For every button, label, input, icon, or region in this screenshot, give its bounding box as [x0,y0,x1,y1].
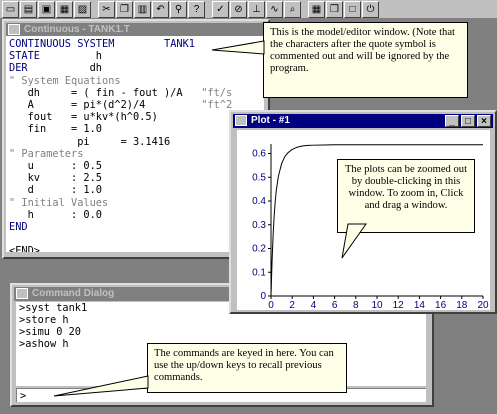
x-tick-label: 12 [393,300,405,310]
plot-title-bar[interactable]: Plot - #1 _ □ × [233,114,493,128]
window-menu-icon[interactable] [235,115,247,126]
lock-icon[interactable]: ▨ [74,1,91,18]
editor-line: " Parameters [9,147,84,160]
window-menu-icon[interactable] [16,288,28,299]
new-icon[interactable]: ▭ [2,1,19,18]
editor-title: Continuous - TANK1.T [24,24,130,35]
editor-text-area[interactable]: CONTINUOUS SYSTEM TANK1 STATE h DER dh " Syste… [6,36,264,252]
toolbar: ▭ ▤ ▣ ▦ ▨ ✂ ❐ ▥ ↶ ⚲? ✓ ⊘ ⊥ ∿ ⌕ ▦ ❒ □ ⏻ [0,0,497,19]
editor-line: A = pi*(d^2)/4 [27,99,146,111]
x-tick-label: 14 [414,300,426,310]
save-icon[interactable]: ▣ [38,1,55,18]
copy-icon[interactable]: ❐ [116,1,133,18]
y-tick-label: 0.1 [252,267,266,278]
editor-line: <END> [9,245,40,252]
editor-line: dh = ( fin - fout )/A [27,86,183,99]
x-tick-label: 20 [477,300,489,310]
help-icon[interactable]: ? [188,1,205,18]
editor-line: kv : 2.5 [27,172,102,185]
maximize-icon[interactable]: □ [461,115,475,127]
axis-icon[interactable]: ⊥ [248,1,265,18]
open-icon[interactable]: ▤ [20,1,37,18]
y-tick-label: 0.2 [252,244,266,255]
x-tick-label: 4 [311,300,317,310]
editor-callout-pointer [211,40,265,55]
command-callout-pointer [53,375,149,397]
command-history-line: >simu 0 20 [19,326,81,338]
editor-line: h : 0.0 [27,208,102,221]
cut-icon[interactable]: ✂ [98,1,115,18]
y-tick-label: 0.6 [252,149,266,160]
plot-title: Plot - #1 [251,115,290,126]
editor-line: "ft^2 [201,99,233,111]
editor-line: END [9,221,28,233]
x-tick-label: 2 [289,300,295,310]
stop-icon[interactable]: ⊘ [230,1,247,18]
x-tick-label: 0 [268,300,274,310]
editor-line: "ft/s [201,86,233,99]
y-tick-label: 0 [260,291,266,302]
y-tick-label: 0.5 [252,172,266,183]
y-tick-label: 0.3 [252,220,266,231]
editor-line: DER [9,62,28,75]
editor-line: " Initial Values [9,196,109,209]
cascade-icon[interactable]: ❒ [326,1,343,18]
window-icon[interactable]: □ [344,1,361,18]
command-title: Command Dialog [32,288,115,299]
exit-icon[interactable]: ⏻ [362,1,379,18]
tile-icon[interactable]: ▦ [308,1,325,18]
editor-line: fin = 1.0 [27,123,102,136]
x-tick-label: 10 [371,300,383,310]
editor-line: h [95,50,102,63]
plot-icon[interactable]: ∿ [266,1,283,18]
find-icon[interactable]: ⚲ [170,1,187,18]
editor-callout: This is the model/editor window. (Note t… [263,22,468,98]
editor-line: pi = 3.1416 [77,135,171,148]
plot-callout-pointer [341,223,367,259]
editor-line: fout = u*kv*(h^0.5) [27,111,158,124]
editor-callout-text: This is the model/editor window. (Note t… [270,27,455,74]
editor-line: CONTINUOUS SYSTEM [9,38,115,50]
minimize-icon[interactable]: _ [445,115,459,127]
editor-line: TANK1 [164,38,195,50]
paste-icon[interactable]: ▥ [134,1,151,18]
x-tick-label: 8 [353,300,359,310]
editor-line: dh [89,62,102,75]
editor-title-bar[interactable]: Continuous - TANK1.T [6,23,266,37]
zoom-icon[interactable]: ⌕ [284,1,301,18]
print-icon[interactable]: ▦ [56,1,73,18]
editor-line: u : 0.5 [27,160,102,172]
editor-line: " System Equations [9,74,121,87]
plot-callout-text: The plots can be zoomed out by double-cl… [344,164,468,211]
close-icon[interactable]: × [477,115,491,127]
x-tick-label: 18 [456,300,468,310]
editor-line: STATE [9,50,40,63]
command-callout-text: The commands are keyed in here. You can … [154,348,334,383]
window-menu-icon[interactable] [8,24,20,35]
x-tick-label: 16 [435,300,447,310]
run-icon[interactable]: ✓ [212,1,229,18]
editor-line: d : 1.0 [27,184,102,197]
y-tick-label: 0.4 [252,196,266,207]
x-tick-label: 6 [332,300,338,310]
command-history-line: >store h [19,314,69,326]
command-callout: The commands are keyed in here. You can … [147,343,347,393]
undo-icon[interactable]: ↶ [152,1,169,18]
